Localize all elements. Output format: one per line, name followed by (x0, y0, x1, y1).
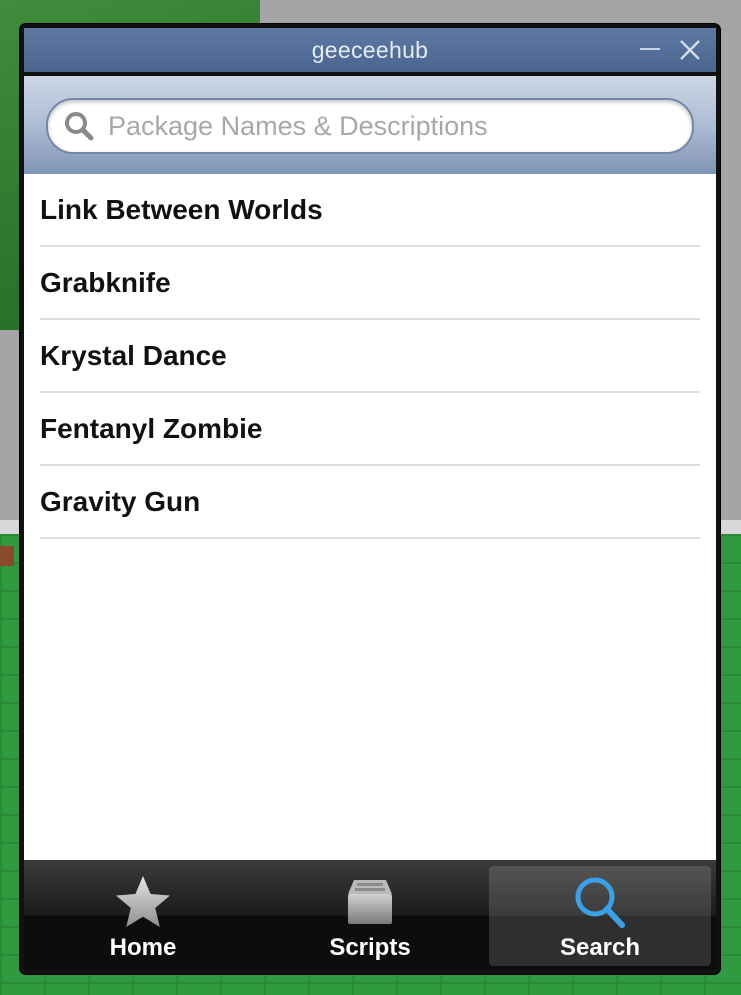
magnifier-icon (575, 877, 625, 928)
list-item[interactable]: Fentanyl Zombie (40, 393, 700, 466)
search-bar (24, 76, 716, 174)
list-item[interactable]: Link Between Worlds (40, 174, 700, 247)
package-list: Link Between Worlds Grabknife Krystal Da… (24, 174, 716, 860)
box-icon (348, 880, 392, 924)
tab-home[interactable]: Home (32, 866, 254, 966)
search-field[interactable] (46, 98, 694, 154)
tab-label: Home (109, 934, 177, 961)
list-item[interactable]: Grabknife (40, 247, 700, 320)
list-item-label: Krystal Dance (40, 339, 227, 371)
tab-bar: Home Scripts Search (24, 860, 716, 970)
title-bar[interactable]: geeceehub (24, 28, 716, 72)
minimize-button[interactable] (640, 48, 660, 50)
close-icon[interactable] (676, 36, 704, 64)
tab-scripts[interactable]: Scripts (259, 866, 481, 966)
search-input[interactable] (106, 109, 692, 143)
list-item[interactable]: Gravity Gun (40, 466, 700, 539)
brick-block (0, 546, 14, 566)
list-item[interactable]: Krystal Dance (40, 320, 700, 393)
tab-label: Scripts (329, 934, 411, 961)
list-item-label: Grabknife (40, 266, 171, 298)
list-item-label: Gravity Gun (40, 485, 201, 517)
tab-label: Search (559, 934, 641, 961)
search-icon (65, 112, 94, 141)
list-item-label: Fentanyl Zombie (40, 412, 263, 444)
list-item-label: Link Between Worlds (40, 193, 323, 225)
geeceehub-window: geeceehub Link Between Worlds Grabknife … (20, 24, 720, 974)
window-title: geeceehub (311, 36, 429, 63)
star-icon (116, 876, 170, 927)
tab-search[interactable]: Search (489, 866, 711, 966)
